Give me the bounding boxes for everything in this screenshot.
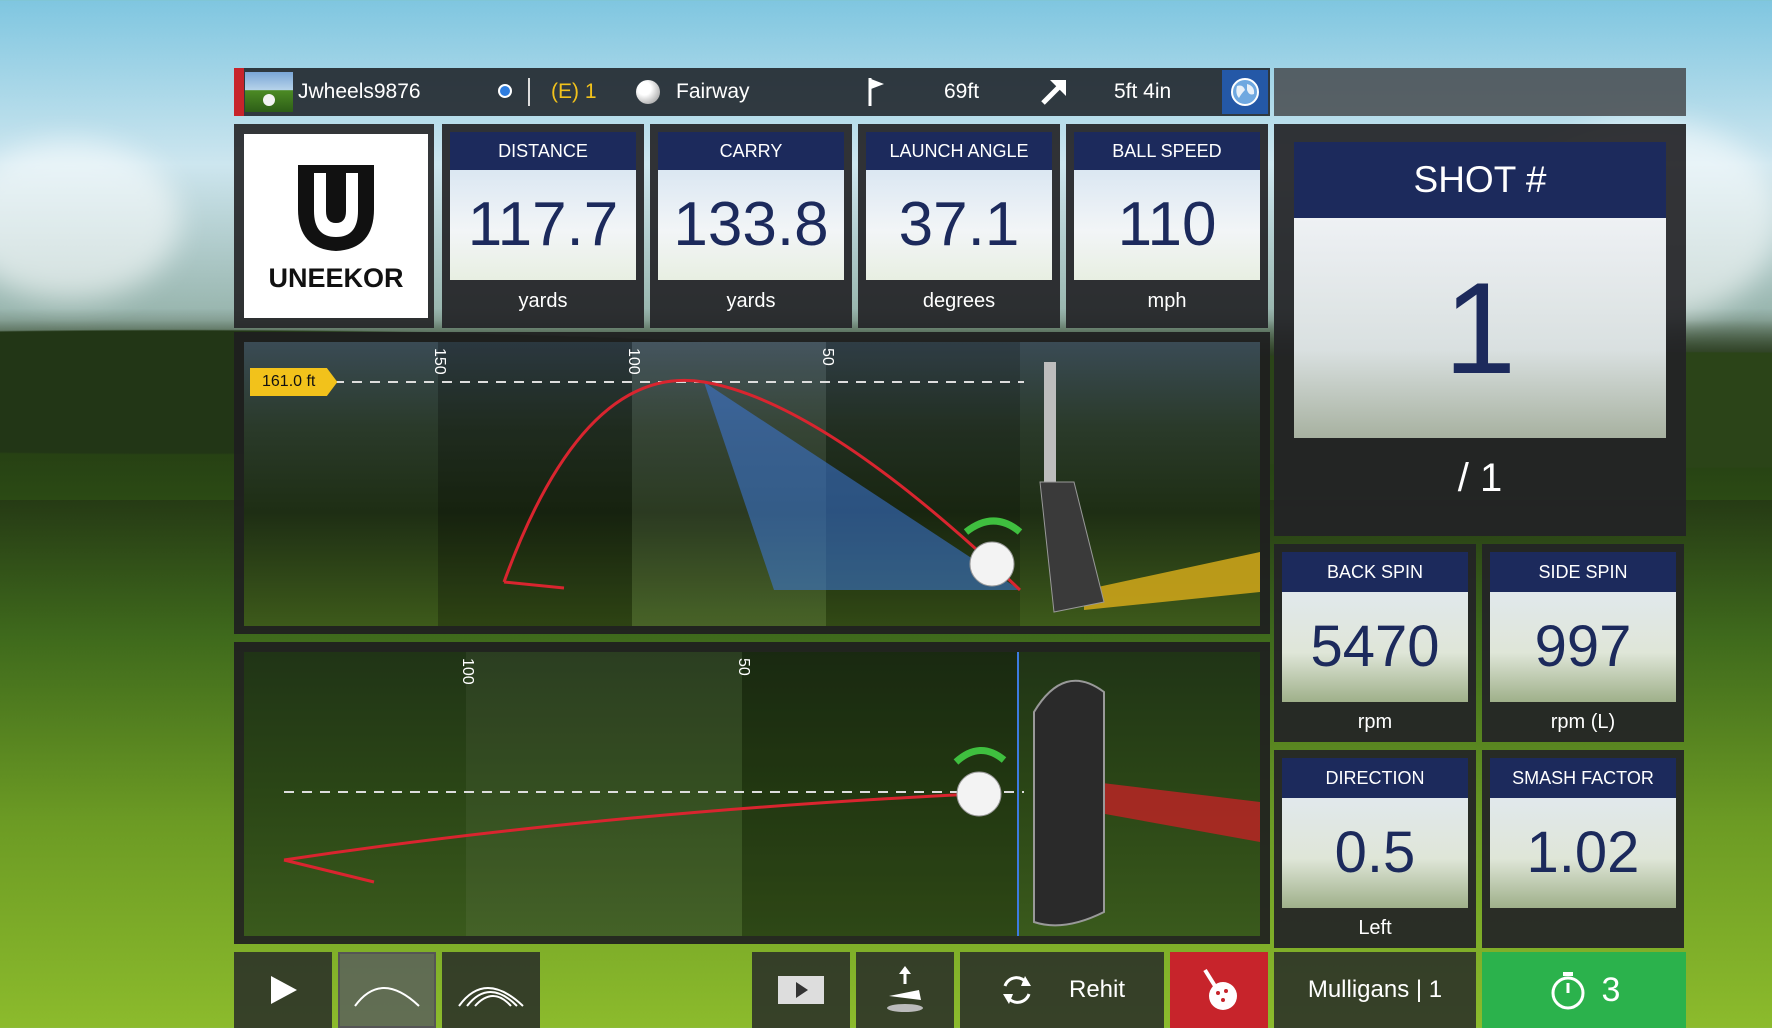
refresh-icon — [1002, 976, 1031, 1004]
player-info-bar-right — [1274, 68, 1686, 116]
stat-value: 1.02 — [1490, 798, 1676, 908]
ball-drop-icon — [887, 966, 923, 1012]
stat-label: LAUNCH ANGLE — [866, 132, 1052, 170]
stat-unit: degrees — [922, 290, 996, 312]
distance-tick: 100 — [625, 348, 642, 375]
multi-trajectory-icon — [458, 987, 524, 1007]
stat-direction: DIRECTION 0.5 Left — [1274, 750, 1476, 948]
avatar — [245, 72, 293, 112]
distance-tick: 100 — [459, 658, 476, 685]
pin-flag-icon — [868, 78, 884, 106]
stat-label: CARRY — [658, 132, 844, 170]
globe-button[interactable] — [1222, 70, 1268, 114]
stat-value: 110 — [1074, 170, 1260, 280]
stat-launch-angle: LAUNCH ANGLE 37.1 degrees — [858, 124, 1060, 328]
ball-drop-button[interactable] — [856, 952, 954, 1028]
ball-icon — [636, 80, 660, 104]
multi-trajectory-button[interactable] — [442, 952, 540, 1028]
top-trajectory — [283, 652, 1260, 936]
stat-label: BALL SPEED — [1074, 132, 1260, 170]
player-name: Jwheels9876 — [298, 80, 421, 103]
distance-tick: 150 — [431, 348, 448, 375]
stat-value: 37.1 — [866, 170, 1052, 280]
video-button[interactable] — [752, 952, 850, 1028]
divider — [528, 78, 530, 106]
stat-value: 0.5 — [1282, 798, 1468, 908]
uneekor-logo-icon — [298, 164, 374, 251]
video-icon — [778, 976, 824, 1004]
stat-unit: yards — [518, 290, 568, 312]
distance-tick: 50 — [735, 658, 752, 676]
shot-label: SHOT # — [1294, 142, 1666, 218]
mulligans-label: Mulligans | 1 — [1307, 976, 1443, 1003]
stat-value: 117.7 — [450, 170, 636, 280]
stat-label: DIRECTION — [1282, 758, 1468, 798]
trajectory-view-button[interactable] — [338, 952, 436, 1028]
pin-distance: 69ft — [944, 80, 980, 103]
stat-unit: rpm (L) — [1550, 711, 1616, 733]
arrow-up-right-icon — [1041, 80, 1066, 105]
mulligans-button[interactable]: Mulligans | 1 — [1274, 952, 1476, 1028]
mulligan-icon-button[interactable] — [1170, 952, 1268, 1028]
stat-value: 997 — [1490, 592, 1676, 702]
stat-value: 5470 — [1282, 592, 1468, 702]
play-icon — [271, 976, 297, 1004]
stat-label: SIDE SPIN — [1490, 552, 1676, 592]
stat-ball-speed: BALL SPEED 110 mph — [1066, 124, 1268, 328]
stat-label: DISTANCE — [450, 132, 636, 170]
rehit-label: Rehit — [1068, 976, 1126, 1003]
trajectory-icon — [354, 987, 420, 1007]
side-view-viewport: 161.0 ft 150 100 50 — [244, 342, 1260, 626]
score: (E) 1 — [551, 80, 597, 103]
rehit-button[interactable]: Rehit — [960, 952, 1164, 1028]
lie-status: Fairway — [676, 80, 750, 103]
stat-smash-factor: SMASH FACTOR 1.02 — [1482, 750, 1684, 948]
top-view-viewport: 100 50 — [244, 652, 1260, 936]
stat-unit: yards — [726, 290, 776, 312]
stat-label: SMASH FACTOR — [1490, 758, 1676, 798]
brand-name: UNEEKOR — [268, 262, 404, 293]
ball-on-tee-icon — [1203, 968, 1237, 1010]
shot-timer-button[interactable]: 3 — [1482, 952, 1686, 1028]
stat-value: 133.8 — [658, 170, 844, 280]
brand-logo: UNEEKOR — [244, 134, 428, 318]
stopwatch-icon — [1551, 972, 1585, 1010]
stat-distance: DISTANCE 117.7 yards — [442, 124, 644, 328]
stat-unit: mph — [1147, 290, 1187, 312]
replay-button[interactable] — [234, 952, 332, 1028]
player-color-flag — [234, 68, 244, 116]
shot-number: 1 — [1294, 218, 1666, 438]
stat-unit: Left — [1358, 917, 1392, 939]
shot-total: / 1 — [1457, 456, 1503, 500]
putt-distance: 5ft 4in — [1114, 80, 1172, 103]
stat-back-spin: BACK SPIN 5470 rpm — [1274, 544, 1476, 742]
stat-unit — [1490, 908, 1676, 948]
side-trajectory — [334, 362, 1260, 613]
apex-height-label: 161.0 ft — [250, 368, 338, 396]
distance-tick: 50 — [819, 348, 836, 366]
stat-carry: CARRY 133.8 yards — [650, 124, 852, 328]
stat-unit: rpm — [1357, 711, 1393, 733]
stat-label: BACK SPIN — [1282, 552, 1468, 592]
timer-value: 3 — [1601, 970, 1621, 1009]
tee-marker-icon — [498, 84, 512, 98]
globe-icon — [1231, 78, 1259, 106]
stat-side-spin: SIDE SPIN 997 rpm (L) — [1482, 544, 1684, 742]
